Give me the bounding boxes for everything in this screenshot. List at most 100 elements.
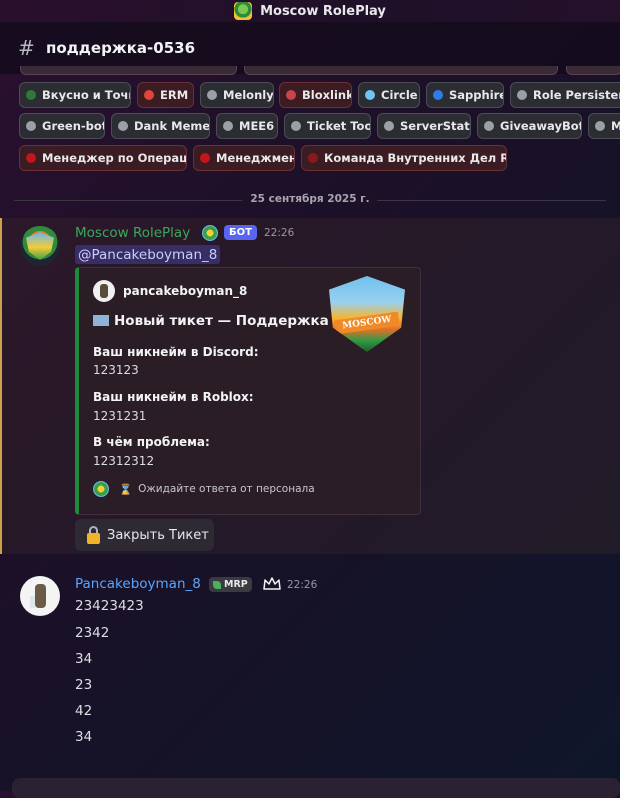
role-tag-label: ServerStats [400,119,471,133]
close-ticket-label: Закрыть Тикет [107,527,209,543]
role-tag[interactable]: GiveawayBot [477,113,582,139]
envelope-icon [93,315,109,326]
role-tag[interactable]: Role Persistence [510,82,620,108]
message-text: 2342 [75,625,110,641]
role-tag-label: Ticket Tool [307,119,371,133]
role-tag[interactable]: Sapphire [426,82,504,108]
role-color-dot [26,90,36,100]
role-tag-label: Green-bot [42,119,105,133]
embed-author-name[interactable]: pancakeboyman_8 [123,284,247,298]
message-timestamp: 22:26 [264,227,295,239]
date-divider-label: 25 сентября 2025 г. [242,193,378,205]
role-color-dot [365,90,375,100]
footer-icon [93,481,109,497]
embed-title: Новый тикет — Поддержка [93,313,329,329]
embed-author-avatar [93,280,115,302]
role-tag-label: Melonly [223,88,274,102]
role-tag[interactable]: MEE6 [216,113,278,139]
embed-field-value: 123123 [93,363,139,377]
server-emblem-icon [202,225,218,241]
embed-field-value: 12312312 [93,454,155,468]
role-tag-label: Circle [381,88,418,102]
role-tag-label: Bloxlink [302,88,352,102]
role-tag[interactable]: Melonly [200,82,274,108]
role-color-dot [517,90,527,100]
embed-footer: ⌛ Ожидайте ответа от персонала [93,481,315,497]
scrolled-tag-edge [20,66,237,75]
embed-footer-text: Ожидайте ответа от персонала [138,483,315,495]
embed-field-name: Ваш никнейм в Roblox: [93,390,254,404]
close-ticket-button[interactable]: Закрыть Тикет [75,519,214,551]
role-tag[interactable]: Ticket Tool [284,113,371,139]
role-tag[interactable]: Bloxlink [279,82,352,108]
role-color-dot [433,90,443,100]
role-tag[interactable]: ServerStats [377,113,471,139]
scrolled-tag-edge [566,66,620,75]
scrolled-tag-edge [244,66,558,75]
bot-avatar[interactable] [20,226,60,266]
message-composer[interactable] [12,778,620,798]
message-text: 23423423 [75,598,144,614]
role-color-dot [291,121,301,131]
role-tag-label: Me [611,119,620,133]
leaf-icon [213,580,221,589]
moscow-logo-thumbnail[interactable]: MOSCOW [329,276,405,352]
role-color-dot [118,121,128,131]
server-icon [234,2,253,20]
embed-field-name: В чём проблема: [93,435,210,449]
server-tag-label: MRP [224,579,248,590]
logo-text: MOSCOW [334,311,400,335]
role-tag[interactable]: Вкусно и Точка [19,82,131,108]
role-color-dot [595,121,605,131]
user-avatar[interactable] [20,576,60,616]
server-tag-badge[interactable]: MRP [209,577,252,592]
embed-field-name: Ваш никнейм в Discord: [93,345,259,359]
role-color-dot [207,90,217,100]
hourglass-icon: ⌛ [119,483,133,496]
role-color-dot [26,153,36,163]
message-timestamp: 22:26 [287,579,318,591]
role-tag[interactable]: Me [588,113,620,139]
crown-icon [263,577,281,590]
embed-field-value: 1231231 [93,409,147,423]
server-logo-icon [26,232,54,260]
date-divider: 25 сентября 2025 г. [14,193,606,205]
lock-icon [87,525,100,544]
role-tag-label: Sapphire [449,88,504,102]
role-tag[interactable]: Green-bot [19,113,105,139]
user-author-name[interactable]: Pancakeboyman_8 [75,576,201,592]
role-color-dot [223,121,233,131]
role-color-dot [308,153,318,163]
embed-title-text: Новый тикет — Поддержка [114,313,329,329]
message-text: 34 [75,729,93,745]
message-text: 42 [75,703,93,719]
text-channel-icon: # [18,36,35,60]
role-tag-label: Role Persistence [533,88,620,102]
role-tag-label: GiveawayBot [500,119,582,133]
title-bar: Moscow RolePlay [0,0,620,22]
role-tag[interactable]: Dank Memer [111,113,210,139]
role-tag[interactable]: Circle [358,82,420,108]
role-tag-label: Команда Внутренних Дел Roblox [324,151,506,165]
role-color-dot [384,121,394,131]
user-mention[interactable]: @Pancakeboyman_8 [75,245,221,264]
role-tag[interactable]: ERM [137,82,194,108]
role-tag[interactable]: Менеджмент [193,145,295,171]
message-text: 23 [75,677,93,693]
message-text: 34 [75,651,93,667]
role-tag-label: Менеджер по Операциям [42,151,187,165]
role-tag-label: ERM [160,88,189,102]
role-tag[interactable]: Менеджер по Операциям [19,145,187,171]
channel-name: поддержка-0536 [46,39,196,57]
ticket-embed: pancakeboyman_8 Новый тикет — Поддержка … [75,267,421,515]
role-tag[interactable]: Команда Внутренних Дел Roblox [301,145,507,171]
bot-badge: БОТ [224,225,257,240]
role-tag-label: MEE6 [239,119,275,133]
bot-author-name[interactable]: Moscow RolePlay [75,225,190,241]
role-tag-label: Вкусно и Точка [42,88,130,102]
role-tag-label: Менеджмент [216,151,295,165]
role-color-dot [484,121,494,131]
role-color-dot [200,153,210,163]
role-color-dot [26,121,36,131]
window-title: Moscow RolePlay [260,3,386,19]
